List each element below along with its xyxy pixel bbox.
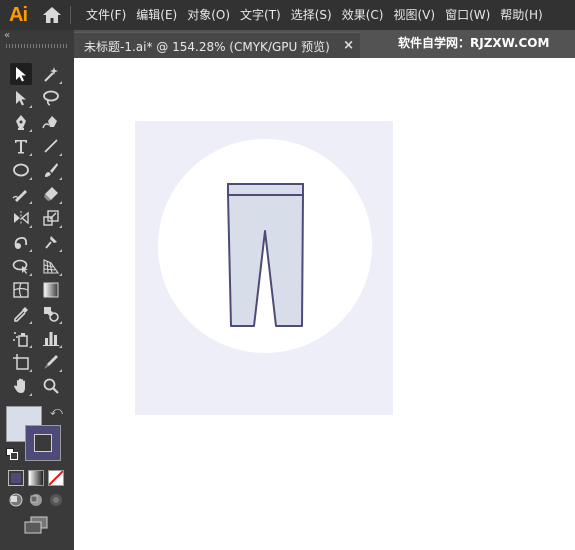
zoom-tool-icon[interactable] (40, 375, 62, 397)
menu-object[interactable]: 对象(O) (182, 0, 235, 30)
pen-tool-icon[interactable] (10, 111, 32, 133)
column-graph-tool-icon[interactable] (40, 327, 62, 349)
document-tab[interactable]: 未标题-1.ai* @ 154.28% (CMYK/GPU 预览) × (74, 32, 360, 59)
type-tool-icon[interactable] (10, 135, 32, 157)
ellipse-tool-icon[interactable] (10, 159, 32, 181)
tools-panel: ⤺ (0, 58, 74, 550)
hand-tool-icon[interactable] (10, 375, 32, 397)
screen-mode-icon[interactable] (24, 516, 48, 534)
symbol-sprayer-tool-icon[interactable] (10, 327, 32, 349)
swap-fill-stroke-icon[interactable]: ⤺ (50, 404, 63, 419)
magic-wand-tool-icon[interactable] (40, 63, 62, 85)
slice-tool-icon[interactable] (40, 351, 62, 373)
menu-divider (70, 6, 71, 24)
stroke-color-swatch[interactable] (25, 425, 61, 461)
collapse-panel-icon[interactable]: « (4, 31, 10, 41)
menu-type[interactable]: 文字(T) (235, 0, 286, 30)
line-segment-tool-icon[interactable] (40, 135, 62, 157)
close-icon[interactable]: × (343, 38, 354, 53)
perspective-grid-tool-icon[interactable] (40, 255, 62, 277)
draw-normal-icon[interactable] (7, 492, 25, 508)
default-colors-icon[interactable] (6, 445, 18, 460)
scale-tool-icon[interactable] (40, 207, 62, 229)
paintbrush-tool-icon[interactable] (40, 159, 62, 181)
menu-effect[interactable]: 效果(C) (337, 0, 389, 30)
pants-illustration (158, 139, 372, 353)
menu-bar: Ai 文件(F) 编辑(E) 对象(O) 文字(T) 选择(S) 效果(C) 视… (0, 0, 575, 30)
blend-tool-icon[interactable] (40, 303, 62, 325)
document-tab-bar: « 未标题-1.ai* @ 154.28% (CMYK/GPU 预览) × 软件… (0, 30, 575, 59)
selection-tool-icon[interactable] (10, 63, 32, 85)
shape-builder-tool-icon[interactable] (10, 255, 32, 277)
app-logo: Ai (9, 3, 28, 26)
gradient-mode-button[interactable] (28, 470, 44, 486)
menu-window[interactable]: 窗口(W) (440, 0, 495, 30)
curvature-tool-icon[interactable] (40, 111, 62, 133)
toolbar-header: « (0, 30, 74, 58)
document-tab-title: 未标题-1.ai* @ 154.28% (CMYK/GPU 预览) (84, 39, 330, 54)
eyedropper-tool-icon[interactable] (10, 303, 32, 325)
mesh-tool-icon[interactable] (10, 279, 32, 301)
direct-selection-tool-icon[interactable] (10, 87, 32, 109)
draw-inside-icon[interactable] (47, 492, 65, 508)
artboard-tool-icon[interactable] (10, 351, 32, 373)
shaper-tool-icon[interactable] (10, 183, 32, 205)
lasso-tool-icon[interactable] (40, 87, 62, 109)
puppet-warp-tool-icon[interactable] (40, 231, 62, 253)
canvas-area[interactable] (74, 58, 575, 550)
menu-help[interactable]: 帮助(H) (495, 0, 547, 30)
toolbar-grip[interactable] (6, 44, 68, 48)
artwork-circle (158, 139, 372, 353)
menu-file[interactable]: 文件(F) (81, 0, 131, 30)
menu-view[interactable]: 视图(V) (388, 0, 440, 30)
menu-edit[interactable]: 编辑(E) (131, 0, 182, 30)
home-icon[interactable] (36, 0, 68, 30)
gradient-tool-icon[interactable] (40, 279, 62, 301)
rotate-tool-icon[interactable] (10, 207, 32, 229)
watermark-text: 软件自学网：RJZXW.COM (380, 30, 568, 58)
none-mode-button[interactable] (48, 470, 64, 486)
menu-select[interactable]: 选择(S) (286, 0, 337, 30)
eraser-tool-icon[interactable] (40, 183, 62, 205)
color-mode-button[interactable] (8, 470, 24, 486)
warp-tool-icon[interactable] (10, 231, 32, 253)
draw-behind-icon[interactable] (27, 492, 45, 508)
